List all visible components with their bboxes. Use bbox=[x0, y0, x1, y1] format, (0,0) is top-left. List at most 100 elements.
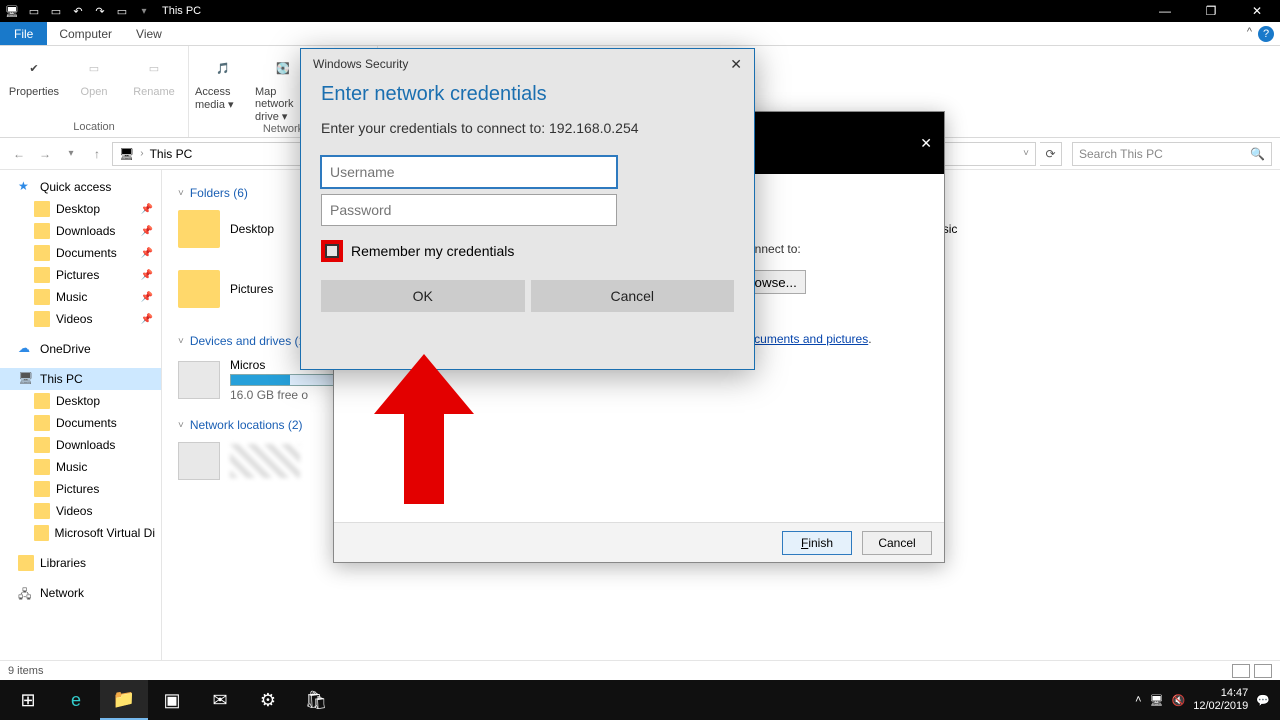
pin-icon: 📌 bbox=[141, 314, 153, 325]
ql-icon[interactable]: ▭ bbox=[26, 3, 42, 19]
folder-item[interactable]: Desktop bbox=[178, 210, 274, 248]
tree-item[interactable]: Downloads bbox=[0, 434, 161, 456]
tray-clock[interactable]: 14:47 12/02/2019 bbox=[1193, 687, 1248, 713]
pin-icon: 📌 bbox=[141, 248, 153, 259]
tree-onedrive[interactable]: ☁OneDrive bbox=[0, 338, 161, 360]
tray-icon[interactable]: 🖥 bbox=[1150, 694, 1164, 707]
chevron-down-icon[interactable]: ˅ bbox=[1023, 148, 1029, 159]
folder-item[interactable]: Pictures bbox=[178, 270, 274, 308]
view-details-button[interactable] bbox=[1232, 664, 1250, 678]
breadcrumb-item[interactable]: This PC bbox=[150, 147, 193, 161]
minimize-button[interactable]: — bbox=[1142, 0, 1188, 22]
drive-free: 16.0 GB free o bbox=[230, 388, 350, 402]
window-titlebar: 🖥 ▭ ▭ ↶ ↷ ▭ ▾ This PC — ❐ ✕ bbox=[0, 0, 1280, 22]
dialog-titlebar: Windows Security ✕ bbox=[301, 49, 754, 79]
remember-checkbox[interactable] bbox=[321, 240, 343, 262]
taskbar: ⊞ e 📁 ▣ ✉ ⚙ 🛍 ˄ 🖥 🔇 14:47 12/02/2019 💬 bbox=[0, 680, 1280, 720]
wizard-cancel-button[interactable]: Cancel bbox=[862, 531, 932, 555]
dialog-close-button[interactable]: ✕ bbox=[730, 56, 742, 73]
netloc-icon bbox=[178, 442, 220, 480]
task-store[interactable]: 🛍 bbox=[292, 680, 340, 720]
maximize-button[interactable]: ❐ bbox=[1188, 0, 1234, 22]
task-mail[interactable]: ✉ bbox=[196, 680, 244, 720]
tree-item[interactable]: Documents📌 bbox=[0, 242, 161, 264]
tree-item[interactable]: Pictures📌 bbox=[0, 264, 161, 286]
status-bar: 9 items bbox=[0, 660, 1280, 680]
refresh-button[interactable]: ⟳ bbox=[1040, 142, 1062, 166]
ribbon-group-label: Location bbox=[6, 121, 182, 135]
drive-icon bbox=[178, 361, 220, 399]
tree-item[interactable]: Pictures bbox=[0, 478, 161, 500]
dialog-caption: Windows Security bbox=[313, 57, 408, 71]
tray-icon[interactable]: ˄ bbox=[1135, 694, 1141, 706]
tray-notifications-icon[interactable]: 💬 bbox=[1256, 694, 1270, 707]
history-dropdown[interactable]: ▾ bbox=[60, 148, 82, 159]
tree-network[interactable]: 🖧Network bbox=[0, 582, 161, 604]
search-placeholder: Search This PC bbox=[1079, 147, 1163, 161]
search-icon: 🔍 bbox=[1250, 147, 1265, 161]
ribbon-tabs: File Computer View ^ ? bbox=[0, 22, 1280, 46]
pc-icon: 🖥 bbox=[119, 147, 134, 161]
start-button[interactable]: ⊞ bbox=[4, 680, 52, 720]
sys-icon: 🖥 bbox=[4, 3, 20, 19]
up-button[interactable]: ↑ bbox=[86, 147, 108, 161]
view-large-button[interactable] bbox=[1254, 664, 1272, 678]
tree-item[interactable]: Music📌 bbox=[0, 286, 161, 308]
rename-button[interactable]: ▭Rename bbox=[126, 48, 182, 121]
status-items: 9 items bbox=[8, 665, 43, 677]
tab-view[interactable]: View bbox=[124, 22, 174, 45]
help-icon[interactable]: ? bbox=[1258, 26, 1274, 42]
pin-icon: 📌 bbox=[141, 226, 153, 237]
tab-file[interactable]: File bbox=[0, 22, 47, 45]
quick-launch: 🖥 ▭ ▭ ↶ ↷ ▭ ▾ bbox=[4, 3, 152, 19]
password-input[interactable] bbox=[321, 194, 617, 226]
wizard-prompt: connect to: bbox=[742, 242, 916, 256]
ql-more-icon[interactable]: ▾ bbox=[136, 3, 152, 19]
chevron-right-icon: › bbox=[140, 148, 143, 159]
tray-volume-icon[interactable]: 🔇 bbox=[1172, 694, 1186, 707]
pin-icon: 📌 bbox=[141, 204, 153, 215]
collapse-ribbon-icon[interactable]: ^ bbox=[1247, 26, 1252, 38]
tree-item[interactable]: Videos📌 bbox=[0, 308, 161, 330]
tree-libraries[interactable]: Libraries bbox=[0, 552, 161, 574]
nav-tree: ★Quick access Desktop📌 Downloads📌 Docume… bbox=[0, 170, 162, 660]
dialog-message: Enter your credentials to connect to: 19… bbox=[301, 116, 754, 150]
window-title: This PC bbox=[162, 5, 201, 17]
tree-item[interactable]: Microsoft Virtual Di bbox=[0, 522, 161, 544]
back-button[interactable]: ← bbox=[8, 147, 30, 161]
tree-item[interactable]: Desktop bbox=[0, 390, 161, 412]
cancel-button[interactable]: Cancel bbox=[531, 280, 735, 312]
system-tray[interactable]: ˄ 🖥 🔇 14:47 12/02/2019 💬 bbox=[1135, 687, 1276, 713]
ql-icon[interactable]: ▭ bbox=[114, 3, 130, 19]
tree-this-pc[interactable]: 🖥This PC bbox=[0, 368, 161, 390]
undo-icon[interactable]: ↶ bbox=[70, 3, 86, 19]
open-button[interactable]: ▭Open bbox=[66, 48, 122, 121]
task-edge[interactable]: e bbox=[52, 680, 100, 720]
task-explorer[interactable]: 📁 bbox=[100, 680, 148, 720]
search-input[interactable]: Search This PC 🔍 bbox=[1072, 142, 1272, 166]
redo-icon[interactable]: ↷ bbox=[92, 3, 108, 19]
tree-item[interactable]: Downloads📌 bbox=[0, 220, 161, 242]
username-input[interactable] bbox=[321, 156, 617, 188]
pin-icon: 📌 bbox=[141, 292, 153, 303]
tree-item[interactable]: Desktop📌 bbox=[0, 198, 161, 220]
task-settings[interactable]: ⚙ bbox=[244, 680, 292, 720]
dialog-title: Enter network credentials bbox=[301, 79, 754, 116]
finish-button[interactable]: Finish bbox=[782, 531, 852, 555]
tree-quick-access[interactable]: ★Quick access bbox=[0, 176, 161, 198]
pin-icon: 📌 bbox=[141, 270, 153, 281]
properties-button[interactable]: ✔Properties bbox=[6, 48, 62, 121]
tree-item[interactable]: Videos bbox=[0, 500, 161, 522]
credentials-dialog: Windows Security ✕ Enter network credent… bbox=[300, 48, 755, 370]
tab-computer[interactable]: Computer bbox=[47, 22, 124, 45]
ql-icon[interactable]: ▭ bbox=[48, 3, 64, 19]
wizard-close-button[interactable]: ✕ bbox=[920, 135, 932, 152]
tree-item[interactable]: Documents bbox=[0, 412, 161, 434]
access-media-button[interactable]: 🎵Access media ▾ bbox=[195, 48, 251, 123]
drive-usage-bar bbox=[230, 374, 350, 386]
close-button[interactable]: ✕ bbox=[1234, 0, 1280, 22]
ok-button[interactable]: OK bbox=[321, 280, 525, 312]
task-cmd[interactable]: ▣ bbox=[148, 680, 196, 720]
tree-item[interactable]: Music bbox=[0, 456, 161, 478]
forward-button[interactable]: → bbox=[34, 147, 56, 161]
